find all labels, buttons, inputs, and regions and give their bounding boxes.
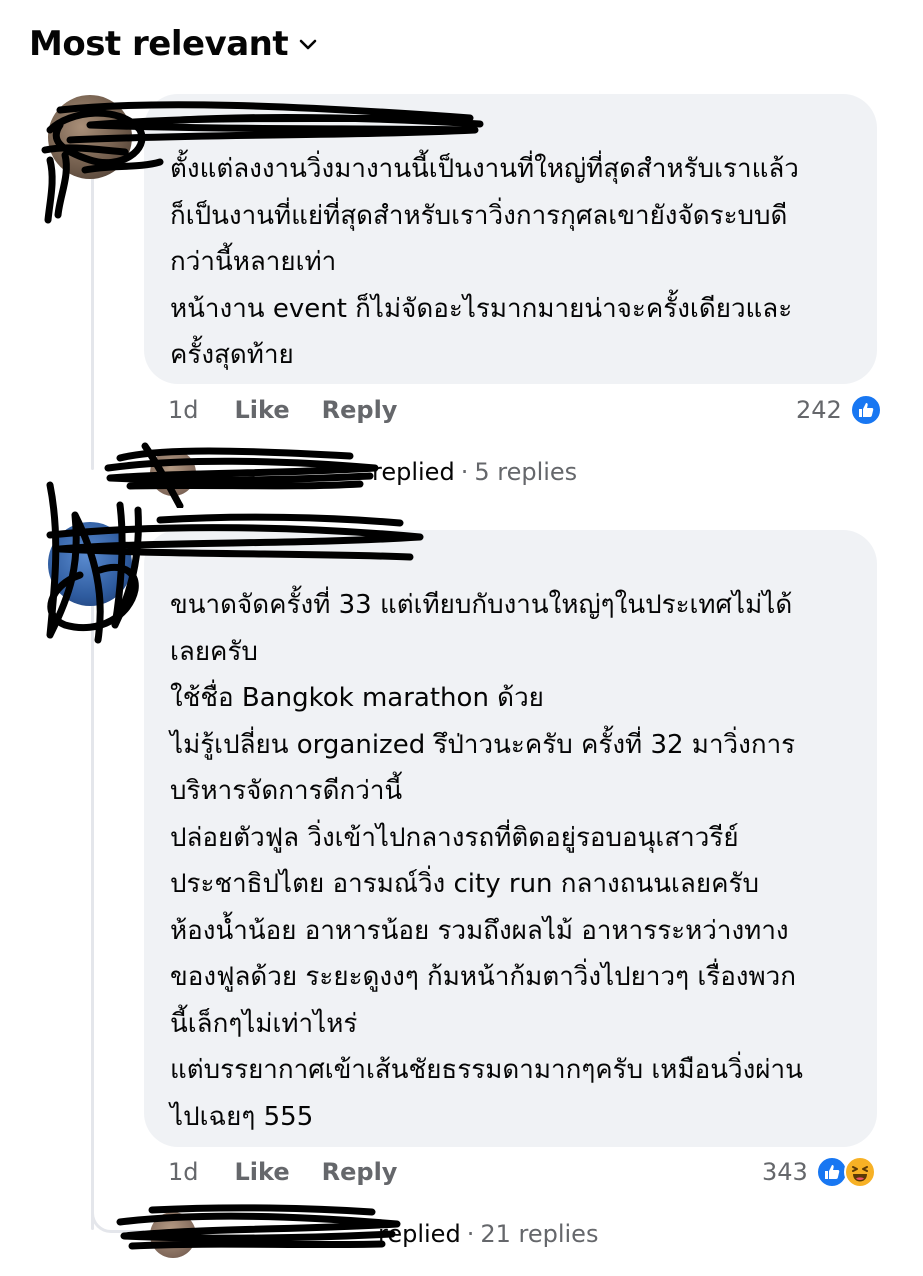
- reply-button[interactable]: Reply: [322, 396, 398, 424]
- redaction-scribble: [104, 442, 379, 508]
- reaction-summary[interactable]: 343: [762, 1152, 876, 1192]
- sort-dropdown[interactable]: Most relevant: [29, 22, 320, 66]
- avatar[interactable]: [48, 95, 132, 179]
- comment-bubble: ตั้งแต่ลงงานวิ่งมางานนี้เป็นงานที่ใหญ่ที…: [144, 94, 877, 384]
- thread-line: [91, 150, 94, 470]
- comment-meta: 1d Like Reply: [168, 1152, 429, 1192]
- comment-bubble: ขนาดจัดครั้งที่ 33 แต่เทียบกับงานใหญ่ๆใน…: [144, 530, 877, 1147]
- reaction-count: 343: [762, 1158, 808, 1186]
- replied-label: replied: [372, 458, 455, 486]
- chevron-down-icon: [298, 33, 320, 55]
- comment-meta: 1d Like Reply: [168, 390, 429, 430]
- comment-text: ตั้งแต่ลงงานวิ่งมางานนี้เป็นงานที่ใหญ่ที…: [170, 154, 799, 370]
- like-button[interactable]: Like: [235, 396, 290, 424]
- reply-count: 21 replies: [480, 1220, 599, 1248]
- comment-age[interactable]: 1d: [168, 1158, 199, 1186]
- like-button[interactable]: Like: [235, 1158, 290, 1186]
- thread-line: [91, 1190, 144, 1233]
- separator-dot: ·: [460, 458, 469, 486]
- reaction-count: 242: [796, 396, 842, 424]
- view-replies-link[interactable]: replied · 21 replies: [378, 1214, 598, 1254]
- comment-text: ขนาดจัดครั้งที่ 33 แต่เทียบกับงานใหญ่ๆใน…: [170, 590, 803, 1132]
- reply-count: 5 replies: [474, 458, 578, 486]
- thread-line: [91, 590, 94, 1230]
- reaction-summary[interactable]: 242: [796, 390, 882, 430]
- view-replies-link[interactable]: replied · 5 replies: [372, 452, 577, 492]
- separator-dot: ·: [466, 1220, 475, 1248]
- reply-button[interactable]: Reply: [322, 1158, 398, 1186]
- haha-reaction-icon: [843, 1156, 876, 1188]
- sort-label: Most relevant: [29, 24, 289, 64]
- like-reaction-icon: [849, 394, 882, 426]
- reply-avatar[interactable]: [150, 1212, 196, 1258]
- replied-label: replied: [378, 1220, 461, 1248]
- avatar[interactable]: [48, 522, 132, 606]
- reply-avatar[interactable]: [150, 450, 196, 496]
- comment-age[interactable]: 1d: [168, 396, 199, 424]
